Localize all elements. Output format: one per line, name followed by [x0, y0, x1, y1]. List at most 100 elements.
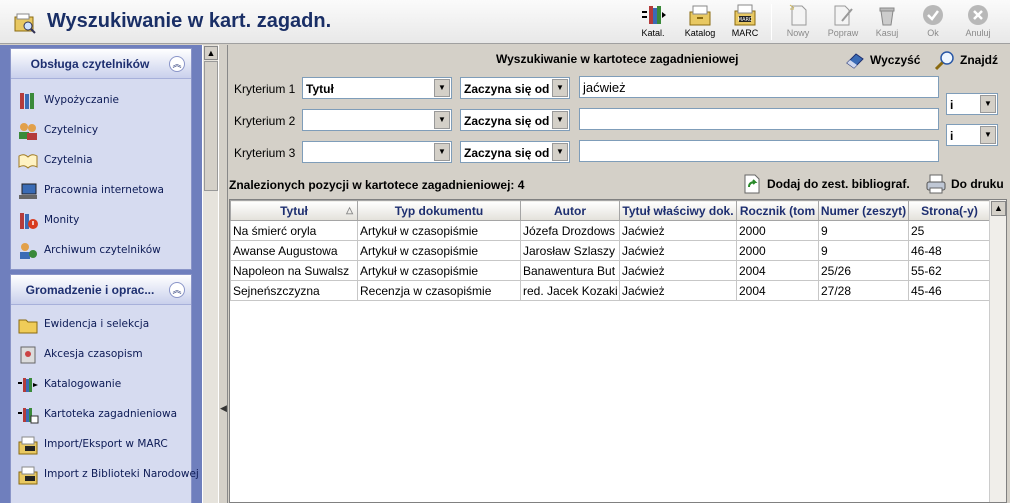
- catalog-short-button[interactable]: Katal.: [632, 3, 674, 41]
- criterion-1-label: Kryterium 1: [234, 82, 296, 96]
- chevron-down-icon[interactable]: ▼: [980, 126, 996, 144]
- scrollbar-thumb[interactable]: [204, 61, 218, 191]
- operator-1-select[interactable]: i ▼: [946, 93, 998, 115]
- chevron-down-icon[interactable]: ▼: [434, 111, 450, 129]
- column-header-document-type[interactable]: Typ dokumentu: [357, 200, 521, 221]
- new-button[interactable]: Nowy: [777, 3, 819, 41]
- cell-author: Józefa Drozdows: [520, 220, 620, 241]
- collapse-icon[interactable]: ︽: [169, 56, 185, 72]
- archive-users-icon: [20, 243, 37, 259]
- magnifier-icon: [934, 51, 954, 71]
- sidebar-item-reading-room[interactable]: Czytelnia: [16, 149, 186, 173]
- chevron-down-icon[interactable]: ▼: [980, 95, 996, 113]
- criterion-1-value-input[interactable]: jaćwież: [579, 76, 939, 98]
- marc-import-icon: [18, 436, 38, 455]
- column-header-title[interactable]: Tytuł △: [230, 200, 358, 221]
- chevron-down-icon[interactable]: ▼: [552, 79, 568, 97]
- results-grid: Tytuł △ Typ dokumentu Autor Tytuł właściw…: [230, 200, 991, 301]
- scroll-up-icon[interactable]: ▲: [991, 201, 1006, 216]
- cell-pages: 55-62: [908, 260, 991, 281]
- panel-header[interactable]: Obsługa czytelników ︽: [11, 49, 191, 79]
- sort-icon: △: [346, 205, 353, 215]
- column-header-issue[interactable]: Numer (zeszyt): [818, 200, 909, 221]
- sidebar-item-cataloguing[interactable]: Katalogowanie: [16, 373, 186, 397]
- scroll-up-icon[interactable]: ▲: [204, 46, 218, 60]
- sidebar-item-internet-lab[interactable]: Pracownia internetowa: [16, 179, 186, 203]
- check-icon: [923, 5, 943, 25]
- sidebar-item-national-library-import[interactable]: Import z Biblioteki Narodowej: [16, 463, 199, 487]
- sidebar-item-readers[interactable]: Czytelnicy: [16, 119, 186, 143]
- panel-acquisition: Gromadzenie i oprac... ︽ Ewidencja i sel…: [10, 274, 199, 503]
- ok-button[interactable]: Ok: [912, 3, 954, 41]
- criterion-3-value-input[interactable]: [579, 140, 939, 162]
- subject-file-icon: [18, 408, 39, 424]
- sidebar-item-loans[interactable]: Wypożyczanie: [16, 89, 186, 113]
- users-icon: [19, 123, 37, 140]
- cell-issue: 25/26: [818, 260, 909, 281]
- new-document-icon: [789, 4, 807, 26]
- criterion-1-mode-select[interactable]: Zaczyna się od ▼: [460, 77, 570, 99]
- panel-header[interactable]: Gromadzenie i oprac... ︽: [11, 275, 191, 305]
- add-document-icon: [744, 174, 760, 194]
- operator-2-select[interactable]: i ▼: [946, 124, 998, 146]
- cell-title: Sejneńszczyzna: [230, 280, 358, 301]
- cell-document-type: Artykuł w czasopiśmie: [357, 260, 521, 281]
- table-row[interactable]: Napoleon na Suwalsz Artykuł w czasopiśmi…: [230, 260, 991, 281]
- criterion-2-value-input[interactable]: [579, 108, 939, 130]
- delete-button[interactable]: Kasuj: [866, 3, 908, 41]
- chevron-left-icon[interactable]: ◀: [220, 403, 227, 414]
- table-row[interactable]: Sejneńszczyzna Recenzja w czasopiśmie re…: [230, 280, 991, 301]
- column-header-author[interactable]: Autor: [520, 200, 620, 221]
- chevron-down-icon[interactable]: ▼: [434, 143, 450, 161]
- bn-import-icon: [18, 466, 38, 485]
- table-row[interactable]: Awanse Augustowa Artykuł w czasopiśmie J…: [230, 240, 991, 261]
- cell-source-title: Jaćwież: [619, 220, 737, 241]
- cell-pages: 45-46: [908, 280, 991, 301]
- chevron-down-icon[interactable]: ▼: [552, 143, 568, 161]
- cell-source-title: Jaćwież: [619, 260, 737, 281]
- cell-issue: 9: [818, 240, 909, 261]
- sidebar-item-marc-import-export[interactable]: Import/Eksport w MARC: [16, 433, 186, 457]
- column-header-pages[interactable]: Strona(-y): [908, 200, 991, 221]
- sidebar-item-records-selection[interactable]: Ewidencja i selekcja: [16, 313, 186, 337]
- cancel-button[interactable]: Anuluj: [957, 3, 999, 41]
- main-content: Wyszukiwanie w kartotece zagadnieniowej …: [228, 45, 1010, 503]
- criterion-3-mode-select[interactable]: Zaczyna się od ▼: [460, 141, 570, 163]
- cataloguing-icon: [18, 378, 38, 392]
- chevron-down-icon[interactable]: ▼: [434, 79, 450, 97]
- cell-volume: 2004: [736, 260, 819, 281]
- criterion-2-field-select[interactable]: ▼: [302, 109, 452, 131]
- sidebar-item-journal-accession[interactable]: Akcesja czasopism: [16, 343, 186, 367]
- marc-drawer-icon: MARC: [734, 4, 756, 26]
- sidebar-item-subject-file[interactable]: Kartoteka zagadnieniowa: [16, 403, 186, 427]
- sidebar-item-reminders[interactable]: Monity: [16, 209, 186, 233]
- open-book-icon: [18, 154, 38, 169]
- catalog-button[interactable]: Katalog: [679, 3, 721, 41]
- table-scrollbar[interactable]: ▲: [989, 200, 1006, 502]
- sidebar-item-reader-archive[interactable]: Archiwum czytelników: [16, 239, 186, 263]
- folder-icon: [18, 319, 38, 334]
- chevron-down-icon[interactable]: ▼: [552, 111, 568, 129]
- marc-button[interactable]: MARC MARC: [724, 3, 766, 41]
- criterion-2-mode-select[interactable]: Zaczyna się od ▼: [460, 109, 570, 131]
- books-icon: [20, 93, 34, 109]
- criterion-1-field-select[interactable]: Tytuł ▼: [302, 77, 452, 99]
- sidebar: Obsługa czytelników ︽ Wypożyczanie Czyte…: [0, 45, 202, 503]
- panel-reader-service: Obsługa czytelników ︽ Wypożyczanie Czyte…: [10, 48, 192, 270]
- window-title: Wyszukiwanie w kart. zagadn.: [47, 10, 332, 32]
- sidebar-scrollbar[interactable]: ▲: [202, 45, 218, 503]
- cell-document-type: Recenzja w czasopiśmie: [357, 280, 521, 301]
- table-row[interactable]: Na śmierć oryla Artykuł w czasopiśmie Jó…: [230, 220, 991, 241]
- cell-volume: 2000: [736, 240, 819, 261]
- search-drawer-icon: [14, 13, 36, 34]
- collapse-icon[interactable]: ︽: [169, 282, 185, 298]
- panel-splitter[interactable]: ◀: [218, 45, 228, 503]
- cell-pages: 46-48: [908, 240, 991, 261]
- criterion-3-field-select[interactable]: ▼: [302, 141, 452, 163]
- cell-title: Napoleon na Suwalsz: [230, 260, 358, 281]
- column-header-source-title[interactable]: Tytuł właściwy dok.: [619, 200, 737, 221]
- column-header-volume[interactable]: Rocznik (tom: [736, 200, 819, 221]
- edit-button[interactable]: Popraw: [822, 3, 864, 41]
- results-count: Znalezionych pozycji w kartotece zagadni…: [229, 178, 525, 192]
- svg-text:MARC: MARC: [738, 17, 753, 23]
